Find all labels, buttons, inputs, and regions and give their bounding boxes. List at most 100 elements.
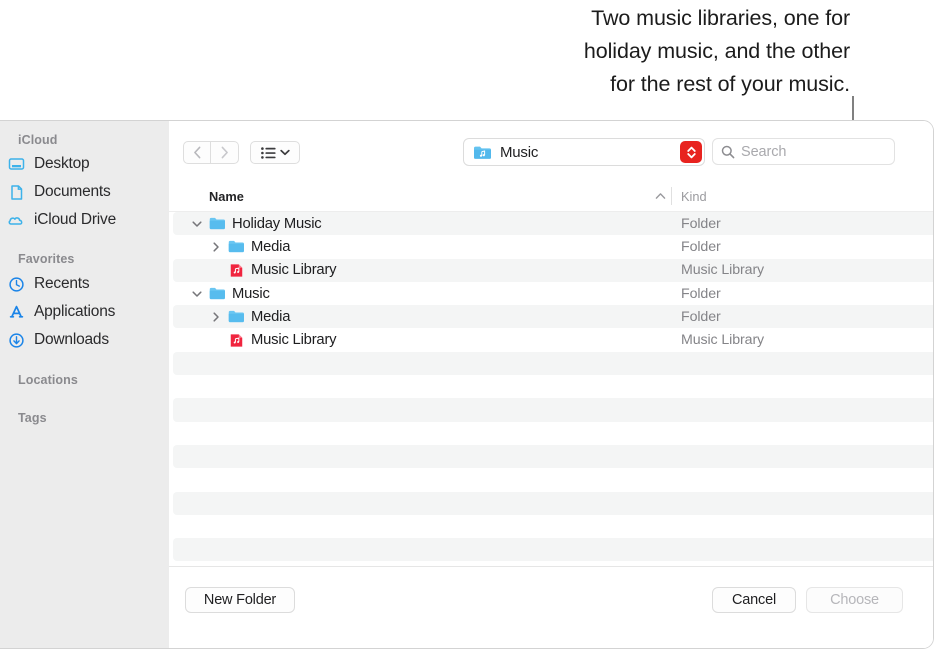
path-popup-stepper[interactable] bbox=[680, 141, 702, 163]
file-name-cell: Media bbox=[210, 238, 291, 255]
back-button[interactable] bbox=[183, 141, 211, 164]
content-area: Music Search Name Kind Holiday Music Fol… bbox=[169, 121, 933, 648]
disclosure-triangle-expanded[interactable] bbox=[191, 218, 203, 230]
music-library-icon bbox=[230, 333, 243, 347]
empty-table-row[interactable] bbox=[169, 398, 933, 422]
annotation-line-2: holiday music, and the other bbox=[583, 39, 850, 63]
up-down-chevron-icon bbox=[686, 146, 696, 158]
path-popup-button[interactable]: Music bbox=[463, 138, 705, 166]
folder-icon bbox=[228, 311, 244, 323]
music-folder-icon bbox=[474, 146, 491, 159]
file-name-label: Holiday Music bbox=[232, 215, 322, 232]
folder-icon bbox=[209, 287, 225, 300]
file-name-cell: Media bbox=[210, 308, 291, 325]
applications-icon bbox=[9, 305, 24, 318]
bottom-button-bar: New Folder Cancel Choose bbox=[169, 566, 933, 648]
file-name-cell: Music bbox=[191, 285, 270, 302]
table-row[interactable]: Holiday Music Folder bbox=[169, 212, 933, 236]
empty-table-row[interactable] bbox=[169, 375, 933, 398]
file-kind-label: Folder bbox=[681, 238, 721, 255]
toolbar: Music Search bbox=[169, 121, 933, 184]
chevron-right-icon bbox=[221, 146, 228, 159]
document-icon bbox=[11, 184, 23, 200]
sidebar-item-label: Downloads bbox=[34, 331, 109, 348]
sidebar-item-label: Documents bbox=[34, 183, 111, 200]
desktop-icon bbox=[8, 157, 25, 170]
cloud-icon bbox=[8, 216, 23, 225]
sidebar-item-label: iCloud Drive bbox=[34, 211, 117, 228]
screenshot-canvas: Two music libraries, one for holiday mus… bbox=[0, 0, 934, 649]
disclosure-spacer bbox=[210, 264, 222, 276]
path-popup-label: Music bbox=[500, 143, 539, 161]
file-name-label: Music Library bbox=[251, 262, 337, 279]
empty-table-row[interactable] bbox=[169, 468, 933, 491]
cancel-button[interactable]: Cancel bbox=[712, 587, 796, 613]
folder-icon bbox=[209, 218, 225, 230]
column-header-row: Name Kind bbox=[169, 183, 933, 212]
disclosure-triangle-expanded[interactable] bbox=[191, 288, 203, 300]
search-placeholder: Search bbox=[741, 143, 787, 160]
clock-icon bbox=[9, 276, 24, 292]
file-kind-label: Folder bbox=[681, 215, 721, 232]
folder-icon bbox=[228, 241, 244, 253]
file-name-cell: Music Library bbox=[210, 332, 337, 349]
file-kind-label: Music Library bbox=[681, 262, 765, 279]
search-field[interactable]: Search bbox=[712, 138, 895, 165]
sidebar-item-downloads[interactable]: Downloads bbox=[8, 329, 109, 351]
empty-table-row[interactable] bbox=[169, 351, 933, 376]
choose-button[interactable]: Choose bbox=[806, 587, 903, 613]
disclosure-triangle-collapsed[interactable] bbox=[210, 311, 222, 323]
sidebar-header-locations: Locations bbox=[18, 373, 78, 387]
table-row[interactable]: Media Folder bbox=[169, 305, 933, 329]
music-library-icon bbox=[230, 264, 243, 277]
empty-table-row[interactable] bbox=[169, 444, 933, 469]
file-name-label: Media bbox=[251, 308, 291, 325]
sidebar-item-documents[interactable]: Documents bbox=[8, 181, 111, 203]
sidebar-header-tags: Tags bbox=[18, 411, 47, 425]
sidebar: iCloud Desktop Documents iCloud Drive Fa… bbox=[0, 121, 169, 648]
view-options-button[interactable] bbox=[250, 141, 300, 164]
chevron-up-icon bbox=[655, 193, 666, 199]
new-folder-button[interactable]: New Folder bbox=[185, 587, 295, 613]
file-kind-label: Music Library bbox=[681, 332, 765, 349]
file-name-label: Music bbox=[232, 285, 270, 302]
column-header-name[interactable]: Name bbox=[209, 189, 244, 204]
disclosure-spacer bbox=[210, 334, 222, 346]
file-name-cell: Holiday Music bbox=[191, 215, 322, 232]
chevron-down-icon bbox=[279, 149, 290, 156]
empty-table-row[interactable] bbox=[169, 515, 933, 538]
empty-table-row[interactable] bbox=[169, 491, 933, 516]
sidebar-header-favorites: Favorites bbox=[18, 252, 75, 266]
file-kind-label: Folder bbox=[681, 285, 721, 302]
file-list[interactable]: Holiday Music Folder Media Folder Music Libr… bbox=[169, 212, 933, 567]
file-name-label: Music Library bbox=[251, 332, 337, 349]
disclosure-triangle-collapsed[interactable] bbox=[210, 241, 222, 253]
annotation-line-3: for the rest of your music. bbox=[610, 72, 850, 96]
sidebar-header-icloud: iCloud bbox=[18, 133, 58, 147]
search-icon bbox=[721, 145, 735, 158]
sidebar-item-desktop[interactable]: Desktop bbox=[8, 153, 90, 175]
table-row[interactable]: Music Library Music Library bbox=[169, 258, 933, 283]
list-view-icon bbox=[260, 146, 276, 159]
file-name-cell: Music Library bbox=[210, 262, 337, 279]
file-name-label: Media bbox=[251, 238, 291, 255]
empty-table-row[interactable] bbox=[169, 422, 933, 445]
table-row[interactable]: Music Folder bbox=[169, 282, 933, 305]
file-kind-label: Folder bbox=[681, 308, 721, 325]
sidebar-item-applications[interactable]: Applications bbox=[8, 301, 115, 323]
sidebar-item-icloud-drive[interactable]: iCloud Drive bbox=[8, 209, 116, 231]
sidebar-item-label: Recents bbox=[34, 275, 90, 292]
sidebar-item-label: Desktop bbox=[34, 155, 90, 172]
chevron-left-icon bbox=[193, 146, 200, 159]
empty-table-row[interactable] bbox=[169, 538, 933, 562]
table-row[interactable]: Media Folder bbox=[169, 235, 933, 258]
column-header-kind[interactable]: Kind bbox=[681, 189, 707, 204]
download-icon bbox=[9, 332, 24, 348]
annotation-line-1: Two music libraries, one for bbox=[591, 6, 850, 30]
sidebar-item-recents[interactable]: Recents bbox=[8, 273, 90, 295]
sidebar-item-label: Applications bbox=[34, 303, 116, 320]
file-chooser-window: iCloud Desktop Documents iCloud Drive Fa… bbox=[0, 120, 934, 649]
table-row[interactable]: Music Library Music Library bbox=[169, 328, 933, 351]
column-divider[interactable] bbox=[671, 187, 672, 205]
forward-button[interactable] bbox=[211, 141, 239, 164]
